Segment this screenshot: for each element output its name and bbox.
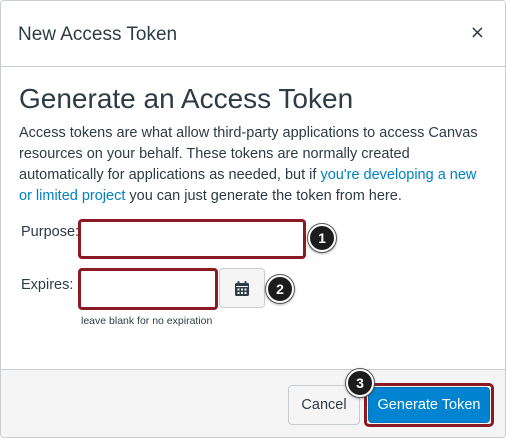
purpose-input[interactable] bbox=[78, 219, 306, 259]
callout-badge-2: 2 bbox=[266, 275, 294, 303]
calendar-icon bbox=[235, 280, 249, 296]
dialog-footer: Cancel Generate Token bbox=[1, 369, 505, 437]
callout-badge-3: 3 bbox=[346, 369, 374, 397]
generate-token-button[interactable]: Generate Token bbox=[368, 387, 490, 423]
expires-label: Expires: bbox=[21, 277, 74, 293]
generate-token-highlight: Generate Token bbox=[364, 383, 494, 427]
description: Access tokens are what allow third-party… bbox=[19, 123, 489, 207]
callout-badge-1: 1 bbox=[308, 224, 336, 252]
page-title: Generate an Access Token bbox=[19, 83, 354, 114]
expires-input[interactable] bbox=[78, 268, 218, 310]
expires-hint: leave blank for no expiration bbox=[81, 315, 213, 327]
date-picker-button[interactable] bbox=[219, 268, 265, 308]
purpose-label: Purpose: bbox=[21, 224, 80, 240]
description-text-end: you can just generate the token from her… bbox=[125, 188, 402, 204]
dialog-header: New Access Token × bbox=[1, 1, 505, 67]
access-token-dialog: New Access Token × Generate an Access To… bbox=[0, 0, 506, 438]
close-icon[interactable]: × bbox=[470, 24, 485, 42]
dialog-body: Generate an Access Token Access tokens a… bbox=[1, 67, 505, 369]
dialog-title: New Access Token bbox=[18, 24, 178, 45]
